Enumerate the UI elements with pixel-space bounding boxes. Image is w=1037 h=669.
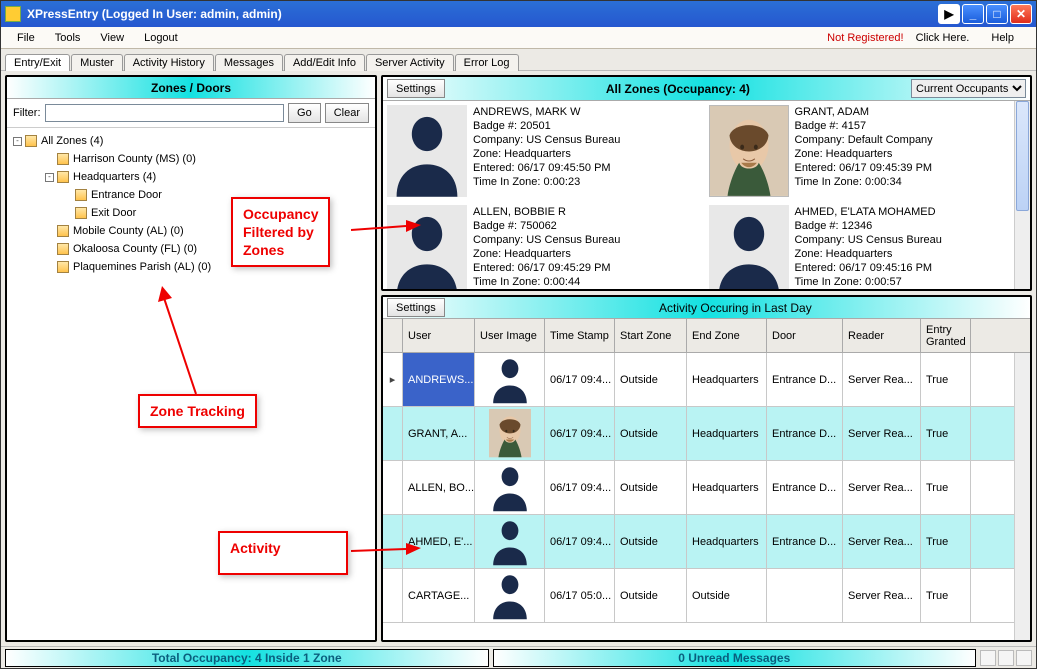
window-title: XPressEntry (Logged In User: admin, admi… — [27, 7, 938, 21]
col-user-image[interactable]: User Image — [475, 319, 545, 352]
statusbar: Total Occupancy: 4 Inside 1 Zone 0 Unrea… — [1, 646, 1036, 668]
col-entry-granted[interactable]: Entry Granted — [921, 319, 971, 352]
occupant-card[interactable]: AHMED, E'LATA MOHAMEDBadge #: 12346Compa… — [709, 205, 1027, 289]
tree-item[interactable]: Okaloosa County (FL) (0) — [13, 240, 369, 258]
filter-label: Filter: — [13, 107, 41, 119]
click-here-link[interactable]: Click Here. — [916, 32, 970, 44]
clear-button[interactable]: Clear — [325, 103, 369, 123]
menu-logout[interactable]: Logout — [134, 30, 188, 46]
tree-item[interactable]: Plaquemines Parish (AL) (0) — [13, 258, 369, 276]
tab-activity-history[interactable]: Activity History — [124, 54, 214, 71]
col-door[interactable]: Door — [767, 319, 843, 352]
user-silhouette-icon — [387, 205, 467, 289]
status-messages: 0 Unread Messages — [493, 649, 977, 667]
go-button[interactable]: Go — [288, 103, 321, 123]
activity-title: Activity Occuring in Last Day — [445, 301, 1026, 315]
user-silhouette-icon — [709, 205, 789, 289]
menu-tools[interactable]: Tools — [45, 30, 91, 46]
tree-item[interactable]: -All Zones (4) — [13, 132, 369, 150]
tab-error-log[interactable]: Error Log — [455, 54, 519, 71]
play-button[interactable]: ▶ — [938, 4, 960, 24]
menu-file[interactable]: File — [7, 30, 45, 46]
zones-doors-pane: Zones / Doors Filter: Go Clear -All Zone… — [5, 75, 377, 642]
activity-pane: Settings Activity Occuring in Last Day U… — [381, 295, 1032, 642]
clock-icon — [980, 650, 996, 666]
occupant-card[interactable]: ANDREWS, MARK WBadge #: 20501Company: US… — [387, 105, 705, 201]
col-reader[interactable]: Reader — [843, 319, 921, 352]
user-silhouette-icon — [387, 105, 467, 197]
activity-row[interactable]: ▸ANDREWS...06/17 09:4...OutsideHeadquart… — [383, 353, 1014, 407]
col-start-zone[interactable]: Start Zone — [615, 319, 687, 352]
app-icon — [5, 6, 21, 22]
menubar: File Tools View Logout Not Registered! C… — [1, 27, 1036, 49]
zones-heading: Zones / Doors — [7, 77, 375, 99]
close-button[interactable]: ✕ — [1010, 4, 1032, 24]
col-timestamp[interactable]: Time Stamp — [545, 319, 615, 352]
activity-row[interactable]: CARTAGE...06/17 05:0...OutsideOutsideSer… — [383, 569, 1014, 623]
activity-grid-header: User User Image Time Stamp Start Zone En… — [383, 319, 1030, 353]
menu-help[interactable]: Help — [981, 30, 1024, 46]
activity-scrollbar[interactable] — [1014, 353, 1030, 640]
tab-messages[interactable]: Messages — [215, 54, 283, 71]
tree-item[interactable]: Exit Door — [13, 204, 369, 222]
maximize-button[interactable]: □ — [986, 4, 1008, 24]
user-photo — [709, 105, 789, 197]
tree-item[interactable]: Harrison County (MS) (0) — [13, 150, 369, 168]
tab-server-activity[interactable]: Server Activity — [366, 54, 454, 71]
occupant-card[interactable]: ALLEN, BOBBIE RBadge #: 750062Company: U… — [387, 205, 705, 289]
pause-icon[interactable] — [1016, 650, 1032, 666]
activity-settings-button[interactable]: Settings — [387, 298, 445, 317]
status-occupancy: Total Occupancy: 4 Inside 1 Zone — [5, 649, 489, 667]
menu-view[interactable]: View — [90, 30, 134, 46]
tree-item[interactable]: Mobile County (AL) (0) — [13, 222, 369, 240]
col-user[interactable]: User — [403, 319, 475, 352]
occupancy-scrollbar[interactable] — [1014, 101, 1030, 289]
filter-input[interactable] — [45, 104, 285, 122]
activity-row[interactable]: ALLEN, BO...06/17 09:4...OutsideHeadquar… — [383, 461, 1014, 515]
tree-item[interactable]: Entrance Door — [13, 186, 369, 204]
activity-row[interactable]: GRANT, A...06/17 09:4...OutsideHeadquart… — [383, 407, 1014, 461]
activity-row[interactable]: AHMED, E'...06/17 09:4...OutsideHeadquar… — [383, 515, 1014, 569]
titlebar: XPressEntry (Logged In User: admin, admi… — [1, 1, 1036, 27]
not-registered-label: Not Registered! — [827, 32, 903, 44]
refresh-icon[interactable] — [998, 650, 1014, 666]
col-end-zone[interactable]: End Zone — [687, 319, 767, 352]
tree-item[interactable]: -Headquarters (4) — [13, 168, 369, 186]
app-window: XPressEntry (Logged In User: admin, admi… — [0, 0, 1037, 669]
occupancy-view-select[interactable]: Current Occupants — [911, 79, 1026, 98]
tab-add-edit-info[interactable]: Add/Edit Info — [284, 54, 365, 71]
occupancy-title: All Zones (Occupancy: 4) — [445, 82, 911, 96]
zone-tree: -All Zones (4)Harrison County (MS) (0)-H… — [7, 128, 375, 640]
tab-entry-exit[interactable]: Entry/Exit — [5, 54, 70, 71]
minimize-button[interactable]: _ — [962, 4, 984, 24]
tabstrip: Entry/Exit Muster Activity History Messa… — [1, 49, 1036, 71]
tab-muster[interactable]: Muster — [71, 54, 123, 71]
occupancy-settings-button[interactable]: Settings — [387, 79, 445, 98]
occupant-card[interactable]: GRANT, ADAMBadge #: 4157Company: Default… — [709, 105, 1027, 201]
occupancy-pane: Settings All Zones (Occupancy: 4) Curren… — [381, 75, 1032, 291]
